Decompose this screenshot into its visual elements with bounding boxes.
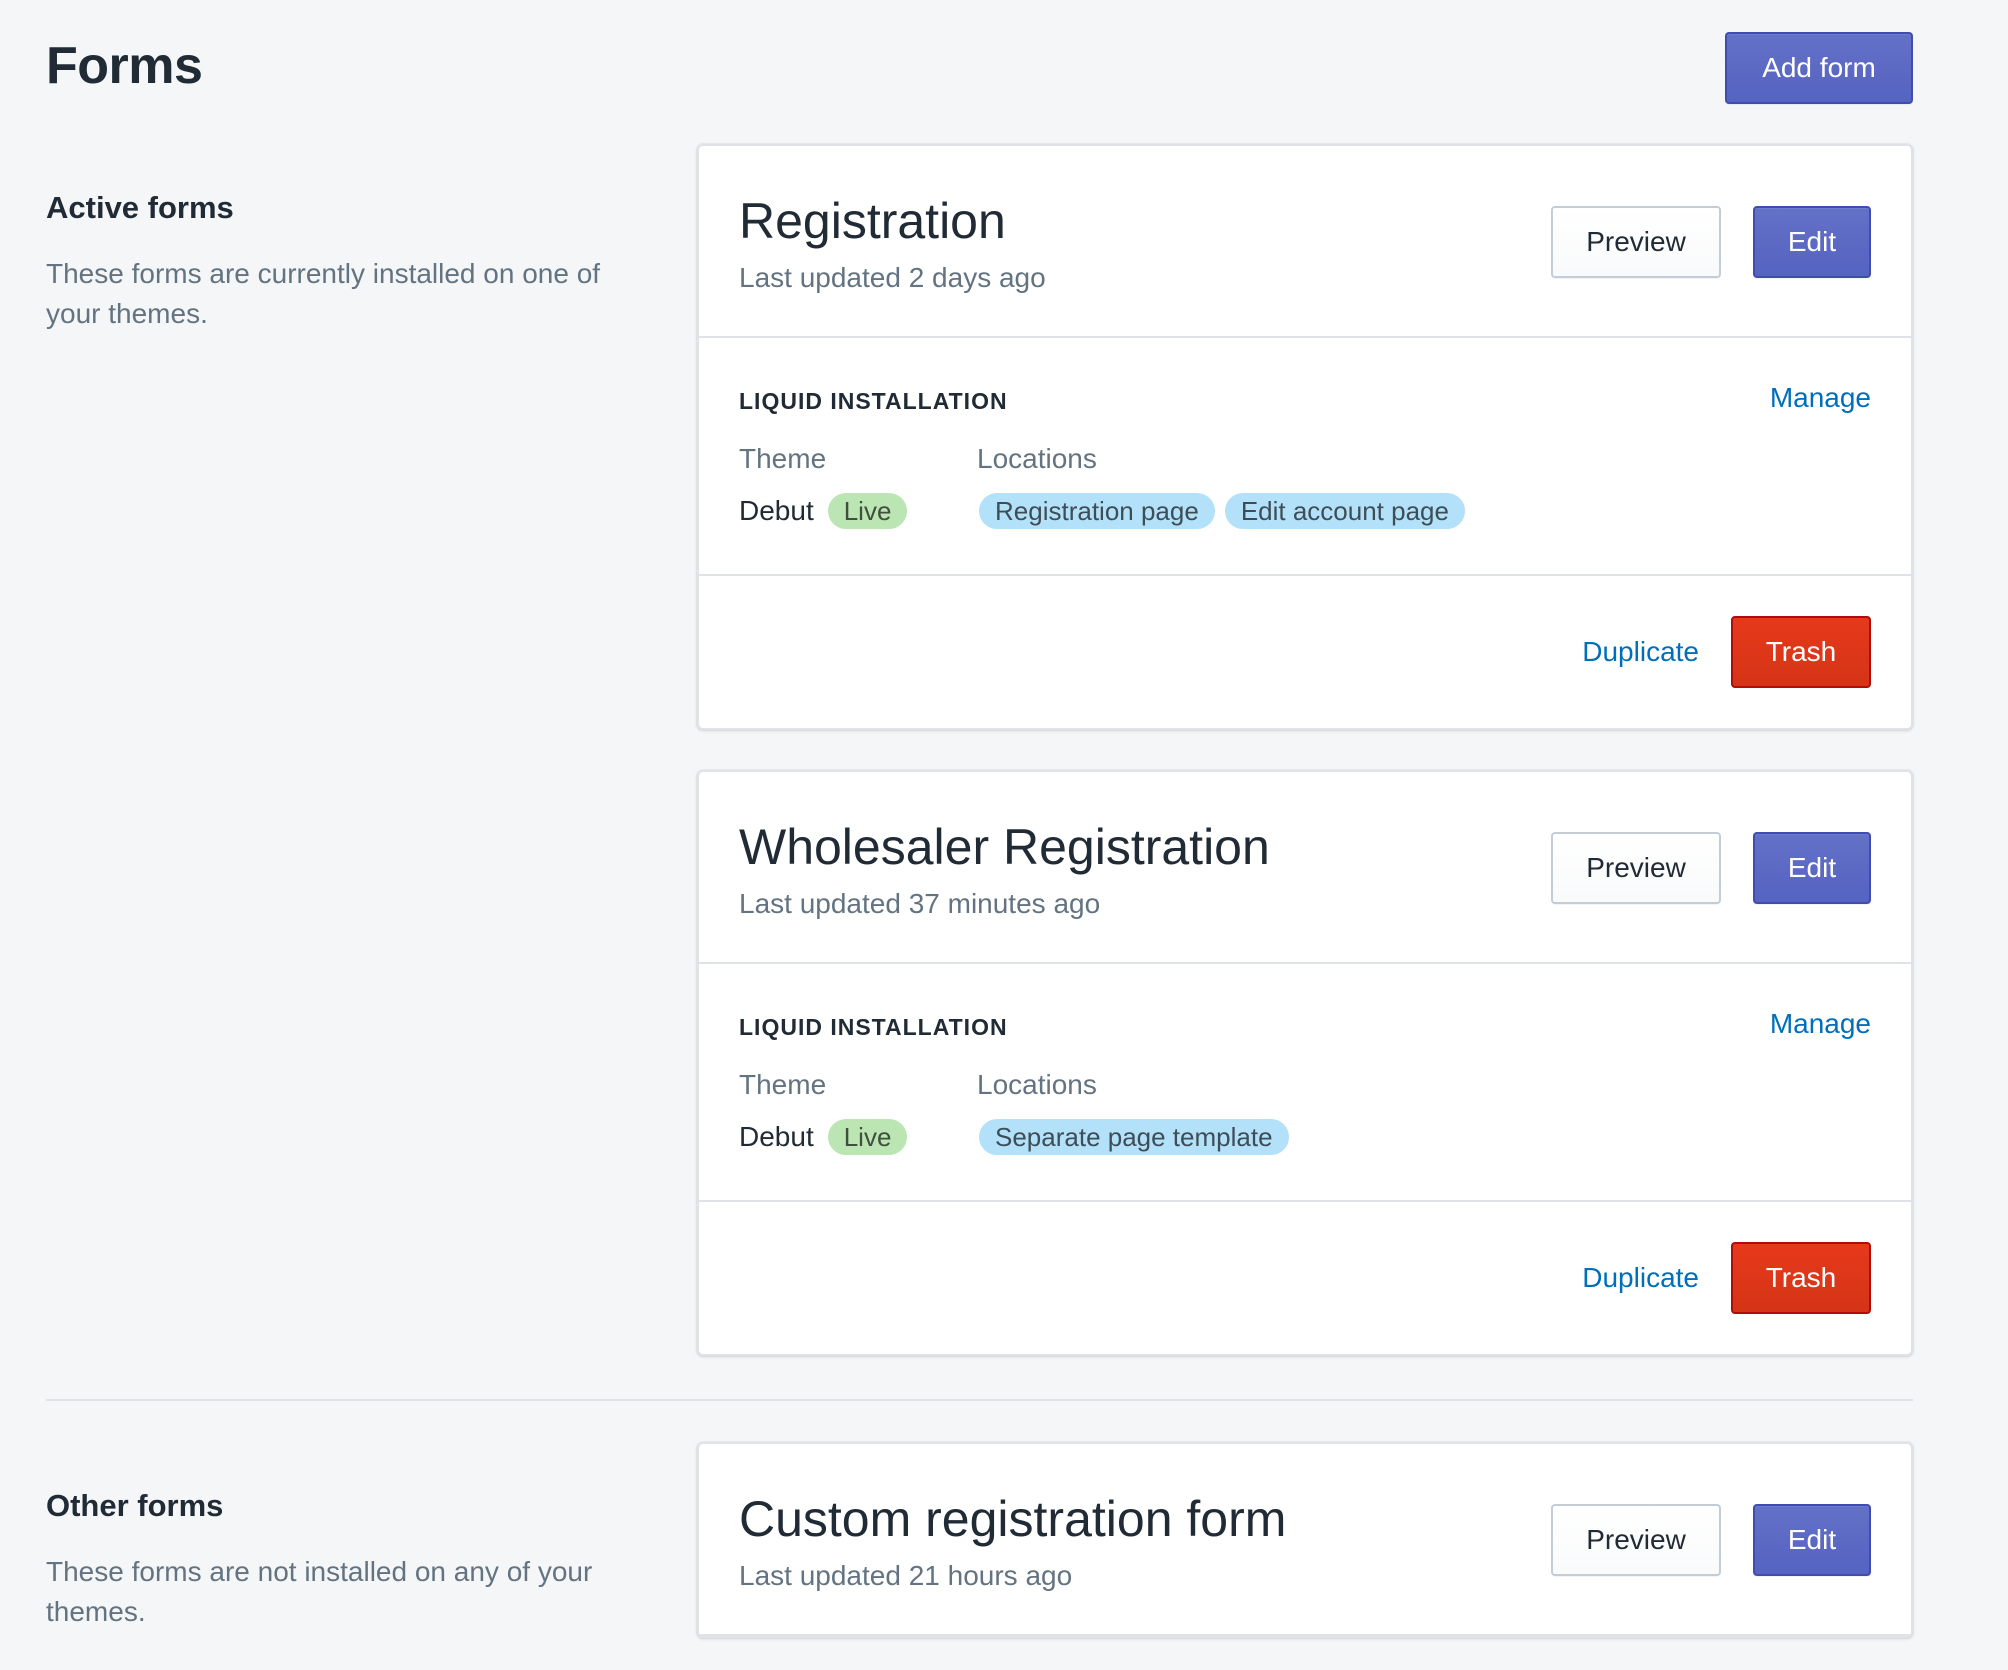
theme-column: Theme Debut Live: [739, 443, 977, 531]
active-forms-list: Registration Last updated 2 days ago Pre…: [697, 144, 1913, 1396]
form-header-actions: Preview Edit: [1551, 1504, 1871, 1576]
edit-button[interactable]: Edit: [1753, 206, 1871, 278]
page-header: Forms Add form: [46, 32, 1913, 104]
theme-name: Debut: [739, 1121, 814, 1152]
footer-actions: Duplicate Trash: [1582, 616, 1871, 688]
form-card-header: Wholesaler Registration Last updated 37 …: [699, 772, 1911, 964]
section-divider: [46, 1399, 1913, 1401]
forms-page: Forms Add form Active forms These forms …: [0, 0, 2008, 1670]
form-header-actions: Preview Edit: [1551, 832, 1871, 904]
edit-button[interactable]: Edit: [1753, 832, 1871, 904]
location-badge: Separate page template: [977, 1117, 1291, 1157]
location-badge: Registration page: [977, 491, 1217, 531]
installation-details: Theme Debut Live Locations Registration …: [739, 443, 1871, 531]
location-tags: Registration page Edit account page: [977, 491, 1467, 531]
live-badge: Live: [825, 1117, 910, 1157]
theme-label: Theme: [739, 1069, 827, 1100]
form-card-header: Custom registration form Last updated 21…: [699, 1444, 1911, 1636]
other-forms-aside: Other forms These forms are not installe…: [46, 1488, 646, 1632]
add-form-button[interactable]: Add form: [1725, 32, 1913, 104]
form-card: Wholesaler Registration Last updated 37 …: [697, 770, 1913, 1356]
manage-link[interactable]: Manage: [1770, 1008, 1871, 1040]
duplicate-link[interactable]: Duplicate: [1582, 1262, 1699, 1294]
page-title: Forms: [46, 37, 203, 95]
theme-column: Theme Debut Live: [739, 1069, 977, 1157]
theme-row: Debut Live: [739, 1117, 977, 1157]
manage-link[interactable]: Manage: [1770, 382, 1871, 414]
duplicate-link[interactable]: Duplicate: [1582, 636, 1699, 668]
theme-row: Debut Live: [739, 491, 977, 531]
location-badge: Edit account page: [1222, 491, 1467, 531]
installation-heading: LIQUID INSTALLATION: [739, 1014, 1008, 1040]
theme-name: Debut: [739, 495, 814, 526]
installation-heading: LIQUID INSTALLATION: [739, 388, 1008, 414]
liquid-installation-section: LIQUID INSTALLATION Manage Theme Debut L…: [699, 964, 1911, 1202]
form-card-header: Registration Last updated 2 days ago Pre…: [699, 146, 1911, 338]
edit-button[interactable]: Edit: [1753, 1504, 1871, 1576]
section-description: These forms are currently installed on o…: [46, 258, 601, 329]
liquid-installation-section: LIQUID INSTALLATION Manage Theme Debut L…: [699, 338, 1911, 576]
locations-label: Locations: [977, 1069, 1097, 1100]
location-tags: Separate page template: [977, 1117, 1291, 1157]
section-description: These forms are not installed on any of …: [46, 1556, 593, 1627]
trash-button[interactable]: Trash: [1731, 616, 1871, 688]
preview-button[interactable]: Preview: [1551, 832, 1721, 904]
form-header-actions: Preview Edit: [1551, 206, 1871, 278]
locations-column: Locations Separate page template: [977, 1069, 1291, 1157]
section-heading: Other forms: [46, 1488, 224, 1523]
other-forms-list: Custom registration form Last updated 21…: [697, 1442, 1913, 1670]
active-forms-aside: Active forms These forms are currently i…: [46, 190, 646, 334]
theme-label: Theme: [739, 443, 827, 474]
locations-label: Locations: [977, 443, 1097, 474]
installation-details: Theme Debut Live Locations Separate page…: [739, 1069, 1871, 1157]
form-card-footer: Duplicate Trash: [699, 1202, 1911, 1354]
preview-button[interactable]: Preview: [1551, 206, 1721, 278]
locations-column: Locations Registration page Edit account…: [977, 443, 1467, 531]
live-badge: Live: [825, 491, 910, 531]
section-heading: Active forms: [46, 190, 234, 225]
form-card-footer: Duplicate Trash: [699, 576, 1911, 728]
footer-actions: Duplicate Trash: [1582, 1242, 1871, 1314]
form-card: Registration Last updated 2 days ago Pre…: [697, 144, 1913, 730]
trash-button[interactable]: Trash: [1731, 1242, 1871, 1314]
form-card: Custom registration form Last updated 21…: [697, 1442, 1913, 1638]
preview-button[interactable]: Preview: [1551, 1504, 1721, 1576]
